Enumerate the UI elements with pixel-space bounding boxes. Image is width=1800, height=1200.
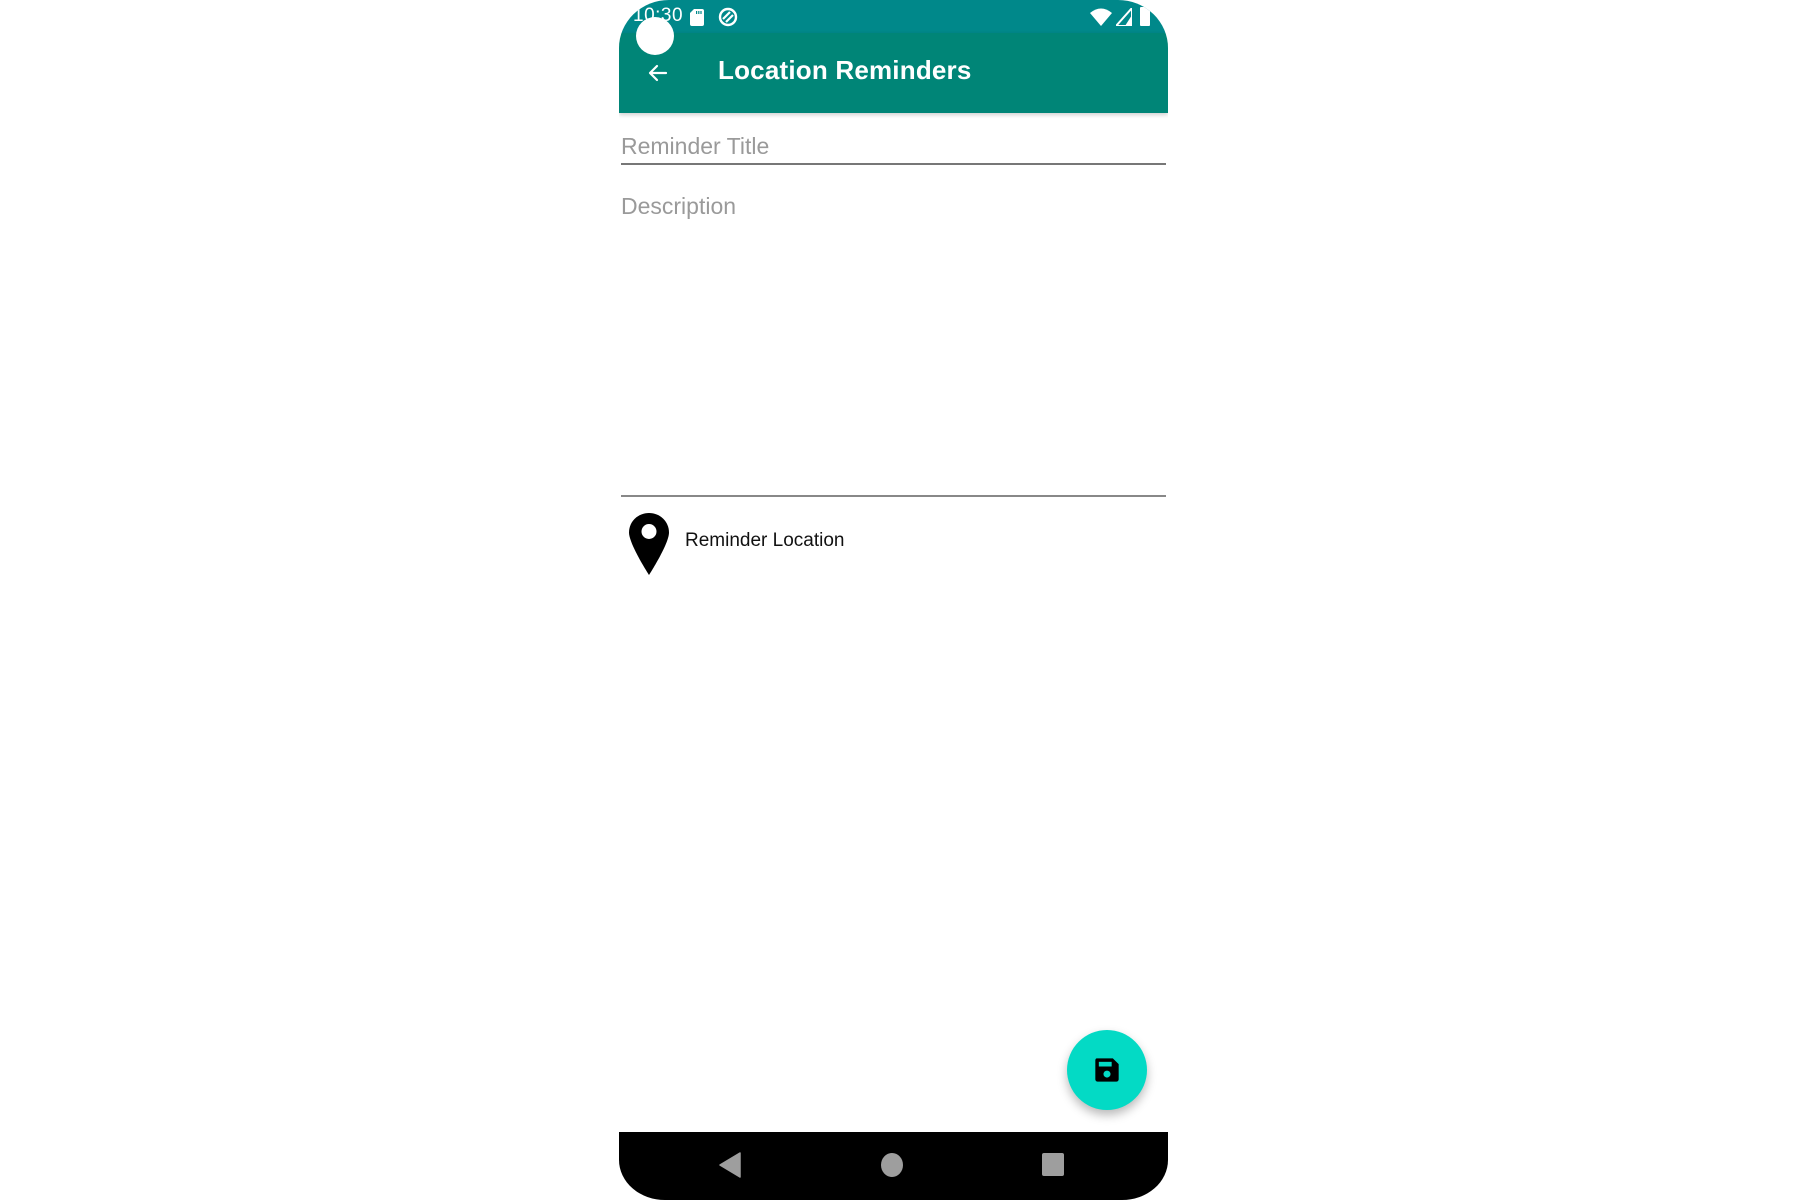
description-input[interactable] (621, 192, 1166, 497)
save-icon (1095, 1058, 1119, 1082)
app-bar: Location Reminders (619, 33, 1168, 113)
wifi-icon (1090, 8, 1112, 26)
sd-card-icon (690, 9, 704, 26)
nav-recents-button[interactable] (1042, 1153, 1064, 1176)
map-pin-icon (629, 513, 669, 575)
battery-icon (1140, 7, 1150, 26)
status-bar: 10:30 (619, 0, 1168, 33)
camera-cutout (636, 17, 674, 55)
arrow-back-icon (648, 64, 668, 82)
page-title: Location Reminders (718, 55, 972, 85)
back-button[interactable] (638, 53, 678, 93)
save-reminder-button[interactable] (1067, 1030, 1147, 1110)
phone-screen: 10:30 Location Reminders Reminder Title … (619, 0, 1168, 1200)
reminder-location-button[interactable]: Reminder Location (627, 508, 927, 580)
nav-back-button[interactable] (719, 1152, 741, 1178)
reminder-location-label: Reminder Location (685, 530, 845, 551)
system-nav-bar (619, 1132, 1168, 1200)
signal-icon (1116, 8, 1132, 26)
sync-icon (718, 7, 738, 27)
reminder-title-input[interactable] (621, 129, 1166, 165)
nav-home-button[interactable] (881, 1153, 903, 1177)
